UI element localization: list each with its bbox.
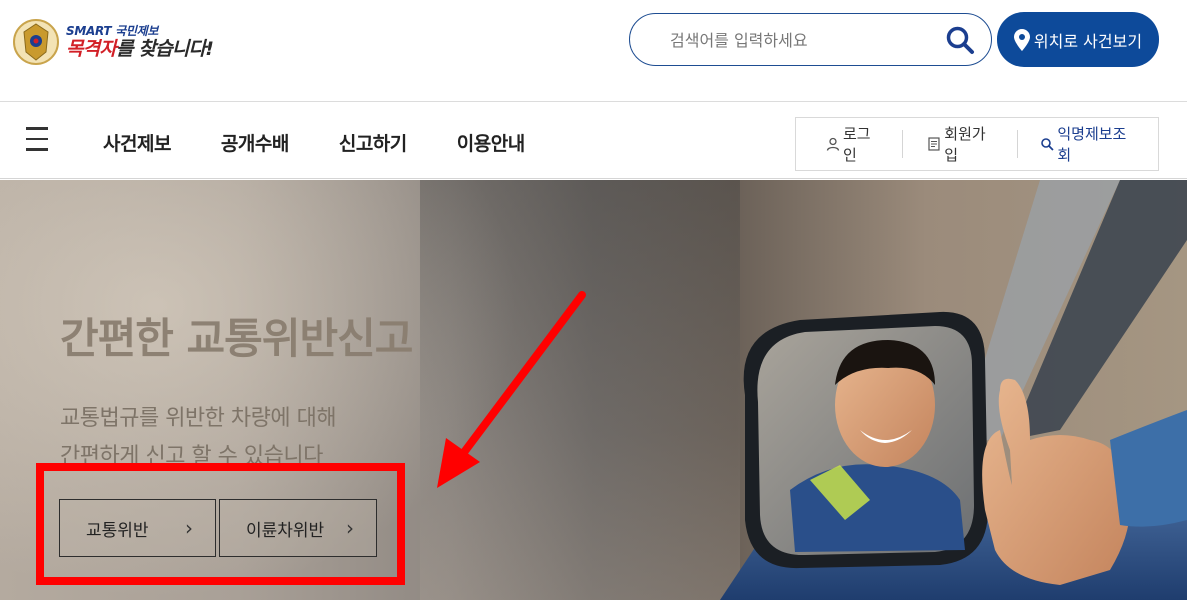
highlight-arrow-icon — [437, 291, 586, 488]
